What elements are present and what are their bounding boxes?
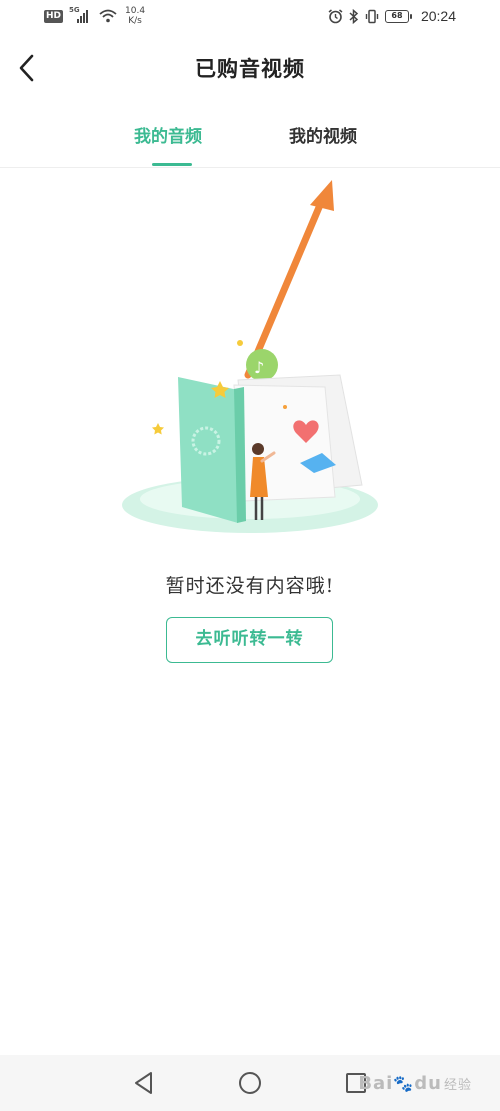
book-cover-shape [178, 377, 238, 523]
circle-home-icon [239, 1072, 261, 1094]
status-bar-left: HD 5G 10.4 K/s [44, 6, 145, 26]
empty-state-illustration: ♪ [122, 180, 378, 533]
tab-my-audio[interactable]: 我的音频 [134, 122, 202, 147]
tab-my-video[interactable]: 我的视频 [289, 122, 357, 147]
paw-icon: 🐾 [393, 1074, 415, 1093]
bluetooth-icon [349, 8, 359, 24]
go-listen-button[interactable]: 去听听转一转 [166, 617, 333, 663]
baidu-watermark: Bai🐾du 经验 [358, 1073, 472, 1094]
network-speed-value: 10.4 [125, 6, 146, 16]
system-nav-bar: Bai🐾du 经验 [0, 1055, 500, 1111]
tab-bar: 我的音频 我的视频 [0, 110, 500, 168]
hd-badge: HD [44, 9, 64, 23]
status-bar: HD 5G 10.4 K/s 68 20:24 [0, 0, 500, 36]
status-bar-right: 68 20:24 [328, 8, 456, 24]
title-bar: 已购音视频 [0, 40, 500, 96]
page-shape-2 [233, 384, 336, 502]
person-head-shape [252, 443, 264, 455]
vibrate-icon [365, 9, 379, 23]
wifi-icon [99, 9, 117, 23]
watermark-brand-a: Bai [358, 1073, 394, 1094]
empty-state-message: 暂时还没有内容哦! [165, 575, 335, 597]
alarm-icon [328, 8, 343, 23]
cellular-signal-icon: 5G [69, 6, 93, 24]
triangle-back-icon [135, 1072, 152, 1094]
music-note-icon: ♪ [254, 358, 264, 377]
dot-shape-2 [283, 405, 287, 409]
arrow-head-shape [310, 180, 334, 211]
network-speed: 10.4 K/s [125, 6, 145, 26]
page-title: 已购音视频 [195, 56, 305, 81]
nav-back-button[interactable] [130, 1069, 158, 1097]
watermark-brand-b: du [414, 1073, 442, 1094]
nav-home-button[interactable] [236, 1069, 264, 1097]
dot-shape [237, 340, 243, 346]
battery-icon: 68 [384, 9, 412, 23]
star-shape-2 [152, 423, 164, 435]
status-time: 20:24 [420, 8, 456, 24]
network-speed-unit: K/s [128, 16, 142, 26]
active-tab-indicator [152, 163, 192, 166]
watermark-suffix: 经验 [443, 1078, 472, 1093]
